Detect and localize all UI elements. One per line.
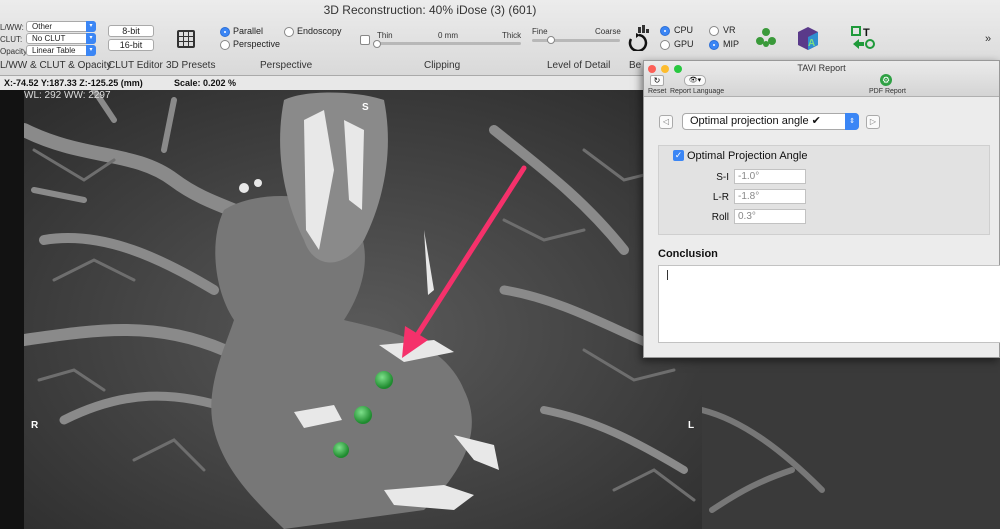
orientation-superior: S xyxy=(362,102,369,113)
gpu-label: GPU xyxy=(674,39,694,49)
conclusion-textarea[interactable] xyxy=(658,265,1000,343)
orientation-right: R xyxy=(31,420,39,431)
coarse-label: Coarse xyxy=(595,27,621,36)
chevron-down-icon: ▾ xyxy=(86,21,96,32)
thin-label: Thin xyxy=(377,31,393,40)
gpu-radio[interactable] xyxy=(660,40,670,50)
parallel-radio[interactable] xyxy=(220,27,230,37)
mip-radio[interactable] xyxy=(709,40,719,50)
coordinates-readout: X:-74.52 Y:187.33 Z:-125.25 (mm) xyxy=(4,78,143,88)
clipping-slider[interactable] xyxy=(377,42,521,45)
language-icon[interactable]: 👁▾ xyxy=(684,75,706,86)
pdf-report-label: PDF Report xyxy=(869,88,906,95)
opacity-label: Opacity: xyxy=(0,47,30,56)
8bit-button[interactable]: 8-bit xyxy=(108,25,154,37)
mm-label: 0 mm xyxy=(438,31,458,40)
scale-readout: Scale: 0.202 % xyxy=(174,78,237,88)
rotate-icon[interactable] xyxy=(626,25,652,56)
angle-group: ✓ Optimal Projection Angle S-I -1.0° L-R… xyxy=(658,145,990,235)
cpu-radio[interactable] xyxy=(660,26,670,36)
cube-a-icon[interactable]: A xyxy=(795,25,821,56)
orientation-left: L xyxy=(688,420,695,431)
lod-slider-knob[interactable] xyxy=(547,36,555,44)
roll-field[interactable]: 0.3° xyxy=(734,209,806,224)
panel-title: TAVI Report xyxy=(797,63,846,73)
perspective-section-label: Perspective xyxy=(260,60,313,71)
previous-button[interactable]: ◁ xyxy=(659,115,673,129)
3d-presets-label: 3D Presets xyxy=(166,60,216,71)
lr-field[interactable]: -1.8° xyxy=(734,189,806,204)
wlww-label: L/WW: xyxy=(0,23,24,32)
lod-slider[interactable] xyxy=(532,39,620,42)
clut-label: CLUT: xyxy=(0,35,23,44)
toolbar-overflow-button[interactable]: » xyxy=(985,33,991,45)
clut-editor-label: CLUT Editor xyxy=(108,60,163,71)
vr-radio[interactable] xyxy=(709,26,719,36)
mip-label: MIP xyxy=(723,39,740,49)
thick-label: Thick xyxy=(502,31,522,40)
landmark-marker xyxy=(354,406,372,424)
next-button[interactable]: ▷ xyxy=(866,115,880,129)
perspective-option-label: Perspective xyxy=(233,39,281,49)
reset-icon[interactable]: ↻ xyxy=(650,75,664,86)
molecule-icon[interactable] xyxy=(755,27,777,54)
3d-viewport[interactable]: WL: 292 WW: 2297 S R xyxy=(24,90,702,529)
parallel-label: Parallel xyxy=(233,26,264,36)
optimal-angle-label: Optimal Projection Angle xyxy=(687,150,808,162)
si-field[interactable]: -1.0° xyxy=(734,169,806,184)
app-window: 3D Reconstruction: 40% iDose (3) (601) L… xyxy=(0,0,1000,529)
conclusion-heading: Conclusion xyxy=(658,248,718,260)
text-cursor xyxy=(667,270,668,280)
lr-label: L-R xyxy=(712,192,729,203)
grid-icon[interactable] xyxy=(176,29,196,54)
roll-label: Roll xyxy=(711,212,729,223)
si-label: S-I xyxy=(716,172,729,183)
tavi-report-panel: TAVI Report ↻ Reset 👁▾ Report Language ⚙… xyxy=(643,60,1000,358)
clipping-checkbox[interactable] xyxy=(360,35,370,45)
mip-rendering xyxy=(24,90,702,529)
landmark-marker xyxy=(375,371,393,389)
clut-popup[interactable]: No CLUT ▾ xyxy=(26,33,96,44)
report-language-label: Report Language xyxy=(670,88,725,95)
opacity-popup[interactable]: Linear Table ▾ xyxy=(26,45,96,56)
cpu-label: CPU xyxy=(674,25,694,35)
reset-label: Reset xyxy=(648,88,667,95)
fine-label: Fine xyxy=(532,27,548,36)
clipping-section-label: Clipping xyxy=(424,60,461,71)
chevron-down-icon: ▾ xyxy=(86,33,96,44)
wlww-section-label: L/WW & CLUT & Opacity xyxy=(0,60,112,71)
best-section-label: Be xyxy=(629,60,642,71)
wlww-overlay: WL: 292 WW: 2297 xyxy=(24,90,111,101)
16bit-button[interactable]: 16-bit xyxy=(108,39,154,51)
wlww-popup[interactable]: Other ▾ xyxy=(26,21,96,32)
gear-icon[interactable]: ⚙ xyxy=(880,74,892,86)
svg-text:A: A xyxy=(808,38,815,49)
optimal-angle-checkbox[interactable]: ✓ xyxy=(673,150,684,161)
endoscopy-radio[interactable] xyxy=(284,27,294,37)
panel-titlebar: TAVI Report ↻ Reset 👁▾ Report Language ⚙… xyxy=(644,61,999,97)
chevron-down-icon: ⇕ xyxy=(845,113,859,130)
section-dropdown[interactable]: Optimal projection angle ✔ ⇕ xyxy=(682,113,859,130)
landmark-marker xyxy=(333,442,349,458)
transform-icon[interactable]: T xyxy=(850,25,876,56)
vr-label: VR xyxy=(723,25,736,35)
perspective-radio[interactable] xyxy=(220,40,230,50)
chevron-down-icon: ▾ xyxy=(86,45,96,56)
endoscopy-label: Endoscopy xyxy=(297,26,342,36)
svg-text:T: T xyxy=(863,27,870,39)
viewer-left-edge xyxy=(0,90,24,529)
lod-section-label: Level of Detail xyxy=(547,60,611,71)
window-title: 3D Reconstruction: 40% iDose (3) (601) xyxy=(323,3,537,17)
clipping-slider-knob[interactable] xyxy=(373,40,381,48)
